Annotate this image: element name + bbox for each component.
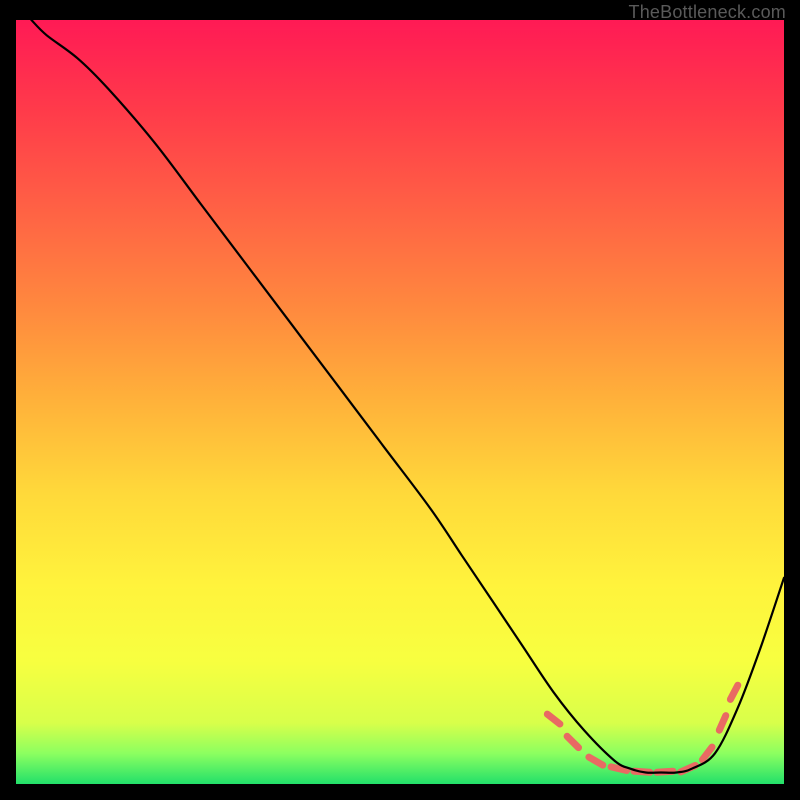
valley-dash-2 xyxy=(567,736,578,747)
valley-dash-3 xyxy=(589,757,603,765)
valley-dash-10 xyxy=(730,685,737,699)
chart-stage: TheBottleneck.com xyxy=(0,0,800,800)
plot-area xyxy=(16,20,784,784)
valley-dash-9 xyxy=(719,716,726,731)
plot-svg xyxy=(16,20,784,784)
valley-dash-1 xyxy=(547,714,560,724)
bottleneck-curve xyxy=(31,20,784,773)
